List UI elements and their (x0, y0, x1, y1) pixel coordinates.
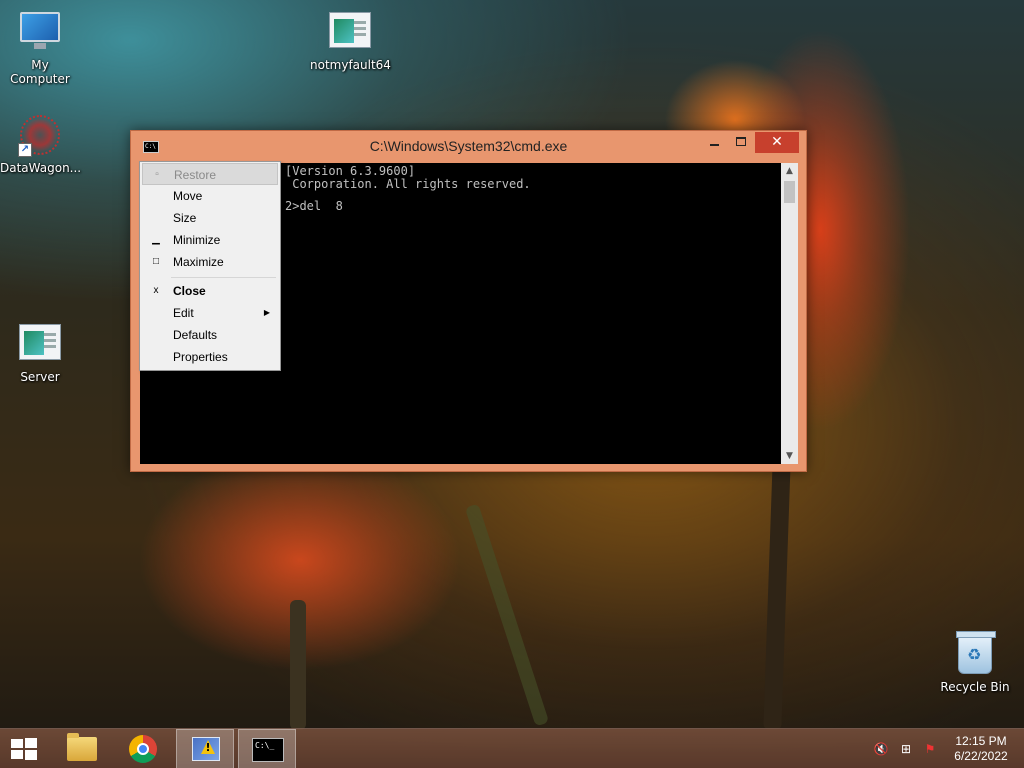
menu-item-close[interactable]: x Close (142, 280, 278, 302)
menu-item-minimize[interactable]: ▁ Minimize (142, 229, 278, 251)
system-menu: ▫ Restore Move Size ▁ Minimize □ Maximiz… (139, 161, 281, 371)
console-line: Corporation. All rights reserved. (285, 177, 531, 191)
menu-item-edit[interactable]: Edit ▶ (142, 302, 278, 324)
menu-item-move[interactable]: Move (142, 185, 278, 207)
menu-item-defaults[interactable]: Defaults (142, 324, 278, 346)
close-icon: x (153, 285, 159, 296)
menu-item-restore[interactable]: ▫ Restore (142, 163, 278, 185)
desktop-icon-my-computer[interactable]: My Computer (0, 12, 80, 86)
menu-item-size[interactable]: Size (142, 207, 278, 229)
desktop-icon-label: Server (20, 370, 60, 384)
clock-time: 12:15 PM (955, 734, 1007, 748)
taskbar-chrome[interactable] (114, 729, 172, 768)
desktop-icon-recycle-bin[interactable]: Recycle Bin (935, 631, 1015, 694)
taskbar: C:\_ 🔇 ⊞ ⚑ 12:15 PM 6/22/2022 (0, 728, 1024, 768)
cmd-icon: C:\_ (252, 738, 284, 762)
app-window-icon (18, 324, 62, 366)
minimize-icon (709, 143, 719, 146)
close-button[interactable]: ✕ (755, 132, 799, 153)
start-button[interactable] (0, 729, 48, 768)
minimize-button[interactable] (701, 132, 727, 153)
action-center-flag-icon[interactable]: ⚑ (922, 742, 938, 756)
desktop-icon-label: My Computer (10, 58, 70, 86)
scroll-up-icon[interactable]: ▲ (781, 163, 798, 179)
computer-icon (18, 12, 62, 54)
folder-icon (67, 733, 97, 761)
wallpaper-stem (290, 600, 306, 730)
desktop-icon-notmyfault64[interactable]: notmyfault64 (310, 12, 391, 72)
scrollbar-thumb[interactable] (784, 181, 795, 203)
submenu-arrow-icon: ▶ (263, 308, 270, 317)
taskbar-tool-app[interactable] (176, 729, 234, 768)
wallpaper-stem (763, 459, 791, 731)
windows-logo-icon (11, 738, 37, 760)
console-scrollbar[interactable]: ▲ ▼ (781, 163, 798, 464)
console-line: 2>del 8 (285, 199, 343, 213)
desktop-icon-server[interactable]: Server (0, 324, 80, 384)
datawagon-icon: ↗ (18, 115, 62, 157)
clock-date: 6/22/2022 (954, 749, 1008, 763)
restore-icon: ▫ (155, 169, 159, 180)
desktop-icon-label: DataWagon... (0, 161, 82, 175)
minimize-icon: ▁ (152, 234, 160, 245)
maximize-button[interactable] (728, 132, 754, 153)
volume-muted-icon[interactable]: 🔇 (873, 742, 889, 756)
taskbar-command-prompt[interactable]: C:\_ (238, 729, 296, 768)
window-titlebar[interactable]: C:\ C:\Windows\System32\cmd.exe ✕ (131, 131, 806, 163)
close-icon: ✕ (771, 134, 783, 150)
warning-tool-icon (192, 737, 220, 761)
maximize-icon: □ (152, 256, 160, 267)
wallpaper-leaf (464, 503, 550, 727)
menu-separator (171, 277, 276, 278)
recycle-bin-icon (953, 631, 997, 676)
shortcut-arrow-icon: ↗ (18, 143, 32, 157)
desktop-icon-label: Recycle Bin (940, 680, 1010, 694)
scroll-down-icon[interactable]: ▼ (781, 448, 798, 464)
menu-item-maximize[interactable]: □ Maximize (142, 251, 278, 273)
chrome-icon (129, 735, 157, 763)
menu-item-properties[interactable]: Properties (142, 346, 278, 368)
taskbar-clock[interactable]: 12:15 PM 6/22/2022 (950, 734, 1012, 764)
desktop-icon-label: notmyfault64 (310, 58, 391, 72)
maximize-icon (736, 137, 746, 146)
taskbar-file-explorer[interactable] (52, 729, 110, 768)
desktop-icon-datawagon[interactable]: ↗ DataWagon... (0, 115, 82, 175)
app-window-icon (328, 12, 372, 54)
network-icon[interactable]: ⊞ (898, 742, 914, 756)
